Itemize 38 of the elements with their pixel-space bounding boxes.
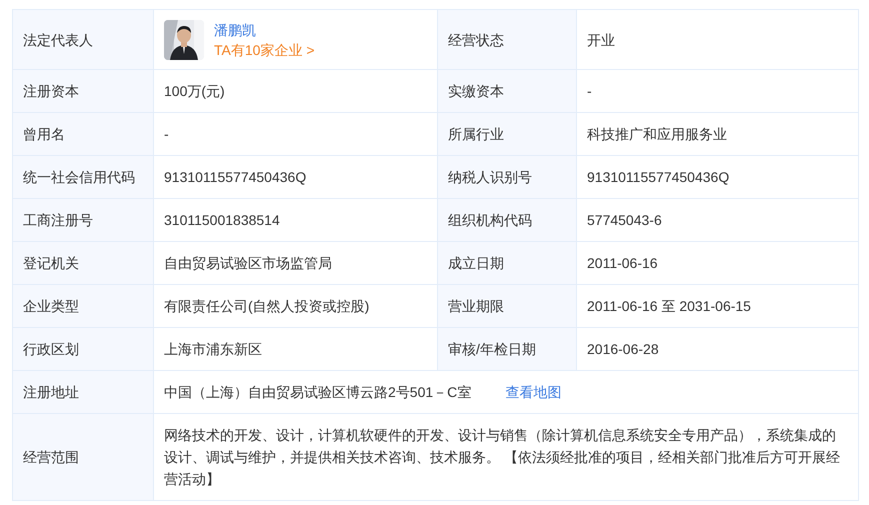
field-value: 2011-06-16 至 2031-06-15 (587, 297, 751, 316)
field-label: 所属行业 (438, 113, 577, 156)
field-value: 网络技术的开发、设计，计算机软硬件的开发、设计与销售（除计算机信息系统安全专用产品），系统集成的设计、调试与维护，并提供相关技术咨询、技术服务。 【依法须经批准的项目，经相关部门批准后方可开展经营活动】 (164, 426, 841, 489)
field-label: 企业类型 (13, 285, 154, 328)
person-name-link[interactable]: 潘鹏凯 (214, 20, 314, 40)
field-label: 经营范围 (13, 414, 154, 501)
field-label: 审核/年检日期 (438, 328, 577, 371)
field-value: - (164, 125, 169, 144)
field-label: 成立日期 (438, 242, 577, 285)
field-label: 统一社会信用代码 (13, 156, 154, 199)
field-value: 开业 (587, 30, 615, 50)
field-label: 营业期限 (438, 285, 577, 328)
field-label: 经营状态 (438, 10, 577, 70)
field-value: 有限责任公司(自然人投资或控股) (164, 297, 370, 316)
field-label: 注册资本 (13, 70, 154, 113)
field-value: 100万(元) (164, 82, 225, 101)
field-value: 310115001838514 (164, 211, 280, 230)
field-label: 法定代表人 (13, 10, 154, 70)
field-value: - (587, 82, 592, 101)
field-value: 中国（上海）自由贸易试验区博云路2号501－C室 (164, 383, 472, 402)
field-value: 科技推广和应用服务业 (587, 125, 727, 144)
field-label: 组织机构代码 (438, 199, 577, 242)
field-label: 实缴资本 (438, 70, 577, 113)
company-count-link[interactable]: TA有10家企业 > (214, 40, 314, 60)
field-label: 行政区划 (13, 328, 154, 371)
field-value: 91310115577450436Q (164, 168, 306, 187)
view-map-link[interactable]: 查看地图 (505, 381, 562, 403)
field-value: 2016-06-28 (587, 340, 659, 359)
field-value: 57745043-6 (587, 211, 662, 230)
field-value: 自由贸易试验区市场监管局 (164, 254, 332, 273)
field-label: 工商注册号 (13, 199, 154, 242)
field-label: 纳税人识别号 (438, 156, 577, 199)
field-value: 上海市浦东新区 (164, 340, 262, 359)
field-label: 注册地址 (13, 371, 154, 414)
field-value: 2011-06-16 (587, 254, 658, 273)
field-label: 曾用名 (13, 113, 154, 156)
field-value: 91310115577450436Q (587, 168, 730, 187)
field-label: 登记机关 (13, 242, 154, 285)
